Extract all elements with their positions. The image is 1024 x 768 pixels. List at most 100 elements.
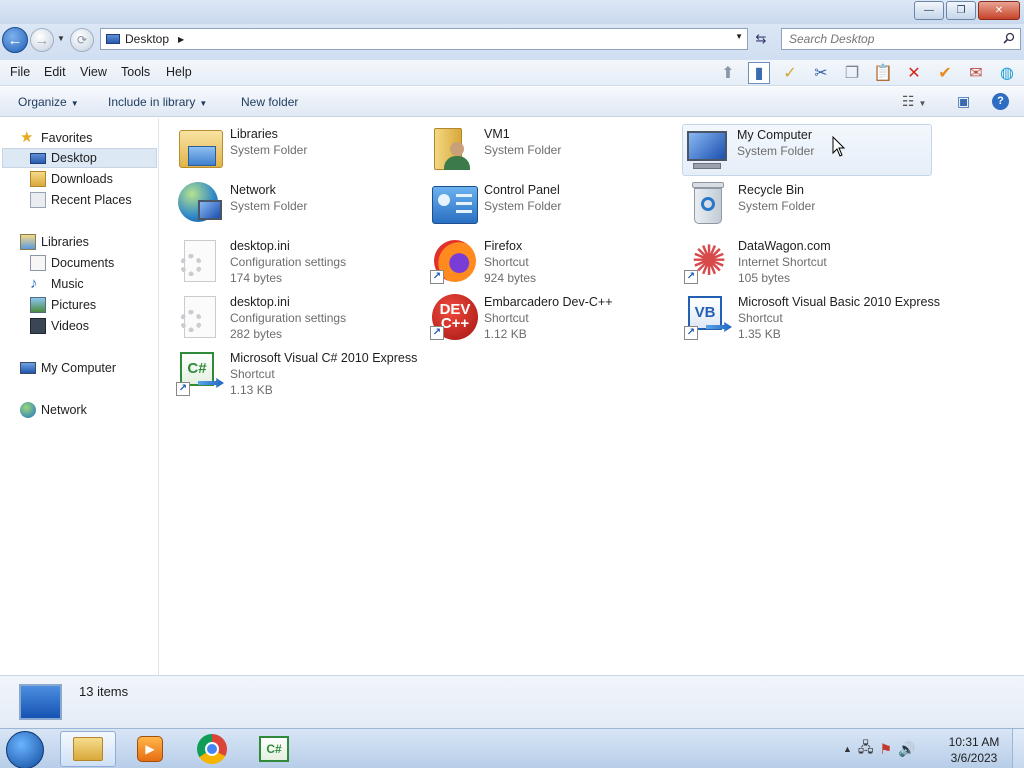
network-status-icon[interactable]: 🖧 — [858, 737, 874, 761]
item-type: System Folder — [737, 144, 815, 158]
folder-options-icon[interactable]: ✓ — [779, 62, 801, 84]
nav-recent-places[interactable]: Recent Places — [30, 190, 132, 210]
shortcut-arrow-icon: ↗ — [684, 270, 698, 284]
shortcut-arrow-icon: ↗ — [430, 326, 444, 340]
settings-file-icon — [176, 236, 224, 284]
taskbar-media-player[interactable]: ▶ — [122, 731, 178, 767]
list-item[interactable]: ↗ Firefox Shortcut 924 bytes — [430, 236, 680, 288]
paste-icon[interactable]: 📋 — [872, 62, 894, 84]
item-name: My Computer — [737, 128, 813, 142]
nav-videos[interactable]: Videos — [30, 316, 89, 336]
item-type: System Folder — [484, 199, 562, 213]
menu-file[interactable]: File — [10, 65, 30, 79]
clock[interactable]: 10:31 AM 3/6/2023 — [940, 734, 1008, 766]
nav-pictures-label: Pictures — [51, 298, 97, 312]
list-item[interactable]: My Computer System Folder — [682, 124, 932, 176]
nav-favorites-label: Favorites — [41, 131, 93, 145]
list-item[interactable]: ✺ ↗ DataWagon.com Internet Shortcut 105 … — [684, 236, 934, 288]
nav-downloads[interactable]: Downloads — [30, 169, 113, 189]
nav-music[interactable]: ♪ Music — [30, 274, 84, 294]
up-folder-icon[interactable]: ⬆ — [717, 62, 739, 84]
menu-tools[interactable]: Tools — [121, 65, 150, 79]
search-box[interactable] — [781, 28, 1021, 50]
properties-check-icon[interactable]: ✔ — [934, 62, 956, 84]
nav-desktop-label: Desktop — [51, 151, 97, 165]
taskbar-explorer[interactable] — [60, 731, 116, 767]
address-bar[interactable]: Desktop ▶ ▼ — [100, 28, 748, 50]
change-view-icon[interactable]: ☷ ▼ — [902, 93, 926, 110]
back-button[interactable]: ← — [2, 27, 28, 53]
nav-libraries[interactable]: Libraries — [20, 232, 89, 252]
list-item[interactable]: C# ↗ Microsoft Visual C# 2010 Express Sh… — [176, 348, 426, 400]
close-button[interactable]: ✕ — [978, 1, 1020, 20]
nav-documents[interactable]: Documents — [30, 253, 114, 273]
menu-edit[interactable]: Edit — [44, 65, 66, 79]
preview-pane-icon[interactable]: ▮ — [748, 62, 770, 84]
list-item[interactable]: VM1 System Folder — [430, 124, 680, 176]
up-arrow-icon[interactable]: ⟳ — [70, 28, 94, 52]
file-list: Libraries System Folder VM1 System Folde… — [160, 118, 1024, 675]
list-item[interactable]: VB ↗ Microsoft Visual Basic 2010 Express… — [684, 292, 940, 344]
list-item[interactable]: Control Panel System Folder — [430, 180, 680, 232]
list-item[interactable]: Libraries System Folder — [176, 124, 426, 176]
item-type: Shortcut — [738, 311, 783, 325]
maximize-button[interactable]: ❐ — [946, 1, 976, 20]
star-icon: ★ — [20, 129, 34, 146]
list-item[interactable]: desktop.ini Configuration settings 282 b… — [176, 292, 426, 344]
network-icon — [20, 402, 36, 418]
include-in-library-button[interactable]: Include in library ▼ — [108, 95, 207, 109]
list-item[interactable]: desktop.ini Configuration settings 174 b… — [176, 236, 426, 288]
forward-button[interactable]: → — [30, 28, 54, 52]
address-location[interactable]: Desktop — [125, 32, 169, 46]
menu-bar: File Edit View Tools Help ⬆ ▮ ✓ ✂ ❐ 📋 ✕ … — [0, 60, 1024, 86]
nav-network[interactable]: Network — [20, 400, 87, 420]
item-name: Microsoft Visual Basic 2010 Express — [738, 295, 940, 309]
item-size: 105 bytes — [738, 271, 791, 285]
taskbar-chrome[interactable] — [184, 731, 240, 767]
action-center-icon[interactable]: ⚑ — [880, 741, 893, 758]
nav-pictures[interactable]: Pictures — [30, 295, 96, 315]
start-button[interactable] — [6, 731, 44, 768]
chevron-right-icon[interactable]: ▶ — [178, 35, 184, 44]
list-item[interactable]: Network System Folder — [176, 180, 426, 232]
search-icon[interactable] — [1003, 32, 1015, 44]
computer-icon — [20, 362, 36, 374]
address-dropdown[interactable]: ▼ — [735, 32, 743, 41]
taskbar-visual-csharp[interactable]: C# — [246, 731, 302, 767]
email-icon[interactable]: ✉ — [965, 62, 987, 84]
search-input[interactable] — [789, 32, 999, 46]
help-icon[interactable]: ? — [992, 93, 1009, 110]
copy-icon[interactable]: ❐ — [841, 62, 863, 84]
new-folder-button[interactable]: New folder — [241, 95, 298, 109]
item-name: Network — [230, 183, 276, 197]
globe-icon[interactable]: ◍ — [996, 62, 1018, 84]
menu-view[interactable]: View — [80, 65, 107, 79]
item-type: Shortcut — [484, 255, 529, 269]
system-tray: ▲ 🖧 ⚑ 🔊 — [843, 733, 916, 765]
menu-help[interactable]: Help — [166, 65, 192, 79]
cut-icon[interactable]: ✂ — [810, 62, 832, 84]
organize-button[interactable]: Organize ▼ — [18, 95, 79, 109]
chevron-down-icon: ▼ — [199, 99, 208, 108]
nav-videos-label: Videos — [51, 319, 89, 333]
item-size: 174 bytes — [230, 271, 283, 285]
devcpp-icon: DEV C++ ↗ — [430, 292, 478, 340]
list-item[interactable]: DEV C++ ↗ Embarcadero Dev-C++ Shortcut 1.… — [430, 292, 680, 344]
item-type: System Folder — [230, 143, 308, 157]
show-desktop-button[interactable] — [1012, 729, 1024, 768]
recent-pages-dropdown[interactable]: ▼ — [57, 34, 65, 43]
minimize-button[interactable]: — — [914, 1, 944, 20]
item-type: Shortcut — [230, 367, 275, 381]
nav-music-label: Music — [51, 277, 84, 291]
delete-icon[interactable]: ✕ — [903, 62, 925, 84]
nav-desktop[interactable]: Desktop — [2, 148, 157, 168]
firefox-icon: ↗ — [430, 236, 478, 284]
nav-my-computer-label: My Computer — [41, 361, 117, 375]
preview-pane-toggle-icon[interactable]: ▣ — [957, 93, 970, 110]
volume-icon[interactable]: 🔊 — [898, 741, 915, 758]
refresh-button[interactable]: ⇆ — [750, 29, 772, 49]
nav-my-computer[interactable]: My Computer — [20, 358, 116, 378]
list-item[interactable]: Recycle Bin System Folder — [684, 180, 934, 232]
show-hidden-icons-icon[interactable]: ▲ — [843, 744, 852, 754]
nav-favorites[interactable]: ★ Favorites — [20, 128, 92, 148]
